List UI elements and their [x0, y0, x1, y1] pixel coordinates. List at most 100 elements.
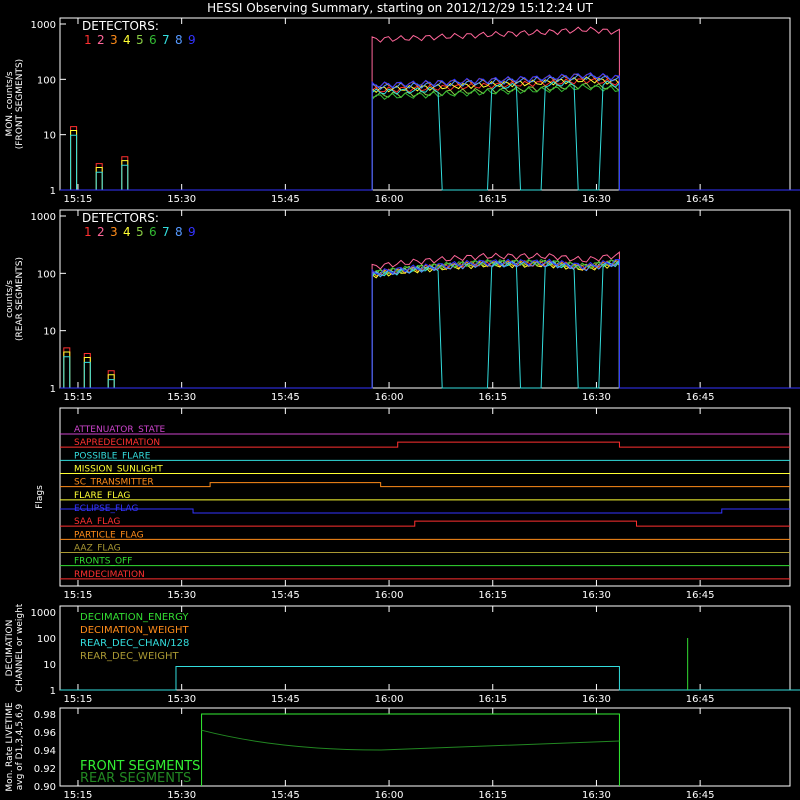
x-tick-label: 15:45 [271, 694, 300, 705]
x-tick-label: 15:45 [271, 590, 300, 601]
y-label: (REAR SEGMENTS) [15, 257, 25, 341]
legend-entry-6: 6 [149, 33, 157, 47]
y-tick-label: 1 [50, 186, 56, 197]
x-tick-label: 15:45 [271, 392, 300, 403]
series-detector-2 [60, 251, 800, 389]
series-detector-8 [60, 258, 800, 389]
legend-title: DETECTORS: [82, 19, 159, 33]
x-tick-label: 16:45 [686, 694, 715, 705]
panel-flags [59, 407, 791, 587]
series-detector-3 [60, 72, 800, 191]
legend-entry-5: 5 [136, 33, 144, 47]
x-tick-label: 16:15 [478, 194, 507, 205]
series-front-livetime [201, 713, 620, 786]
x-tick-label: 16:30 [582, 392, 611, 403]
y-label: MON. counts/s [5, 71, 15, 136]
y-tick-label: 1 [50, 384, 56, 395]
series-rear-livetime [201, 729, 620, 751]
y-tick-label: 10 [43, 660, 56, 671]
series-detector-6 [60, 83, 800, 191]
legend-entry-7: 7 [162, 33, 170, 47]
x-tick-label: 15:15 [64, 194, 93, 205]
y-tick-label: 100 [37, 634, 56, 645]
legend-entry-2: 2 [97, 33, 105, 47]
series-detector-5 [60, 259, 800, 389]
legend-rear: REAR SEGMENTS [80, 771, 191, 786]
legend-entry-4: 4 [123, 33, 131, 47]
series-detector-4 [60, 260, 800, 389]
y-label: Mon. Rate LIVETIME [5, 702, 15, 792]
y-tick-label: 10 [43, 131, 56, 142]
legend-entry-5: 5 [136, 225, 144, 239]
legend-entry-1: 1 [84, 225, 92, 239]
legend-entry-6: 6 [149, 225, 157, 239]
series-detector-7 [60, 80, 800, 191]
x-tick-label: 16:30 [582, 194, 611, 205]
series-rear-dec-chan [60, 666, 800, 691]
y-label: avg of D1,3,4,5,6,9 [15, 703, 25, 790]
x-tick-label: 15:15 [64, 790, 93, 800]
x-tick-label: 16:00 [375, 790, 404, 800]
legend-entry-9: 9 [188, 225, 196, 239]
y-label: counts/s [5, 280, 15, 318]
series-detector-9 [60, 258, 800, 389]
y-tick-label: 100 [37, 75, 56, 86]
y-tick-label: 1 [50, 686, 56, 697]
x-tick-label: 16:00 [375, 392, 404, 403]
y-tick-label: 100 [37, 269, 56, 280]
x-tick-label: 16:00 [375, 590, 404, 601]
x-tick-label: 15:45 [271, 194, 300, 205]
x-tick-label: 15:30 [167, 790, 196, 800]
y-tick-label: 1000 [31, 212, 56, 223]
x-tick-label: 16:00 [375, 694, 404, 705]
x-tick-label: 16:15 [478, 694, 507, 705]
legend-entry-1: 1 [84, 33, 92, 47]
x-tick-label: 16:30 [582, 790, 611, 800]
x-tick-label: 15:15 [64, 694, 93, 705]
y-label: Flags [35, 485, 45, 509]
y-label: DECIMATION [5, 620, 15, 677]
y-tick-label: 0.90 [34, 782, 56, 793]
legend-entry-4: 4 [123, 225, 131, 239]
x-tick-label: 16:15 [478, 392, 507, 403]
flag-line [60, 482, 790, 488]
decimation-legend: DECIMATION_WEIGHT [80, 625, 189, 636]
x-tick-label: 16:30 [582, 590, 611, 601]
observing-summary-figure: HESSI Observing Summary, starting on 201… [5, 1, 800, 800]
y-tick-label: 0.94 [34, 746, 56, 757]
legend-entry-9: 9 [188, 33, 196, 47]
legend-title: DETECTORS: [82, 211, 159, 225]
x-tick-label: 16:45 [686, 790, 715, 800]
series-detector-3 [60, 259, 800, 389]
x-tick-label: 15:15 [64, 590, 93, 601]
figure-title: HESSI Observing Summary, starting on 201… [207, 1, 593, 15]
series-detector-8 [60, 73, 800, 191]
x-tick-label: 15:45 [271, 790, 300, 800]
decimation-legend: REAR_DEC_CHAN/128 [80, 638, 189, 649]
x-tick-label: 16:45 [686, 392, 715, 403]
x-tick-label: 15:30 [167, 194, 196, 205]
flag-line [60, 508, 790, 514]
x-tick-label: 15:15 [64, 392, 93, 403]
x-tick-label: 16:45 [686, 194, 715, 205]
series-detector-5 [60, 82, 800, 191]
x-tick-label: 15:30 [167, 694, 196, 705]
y-label: CHANNEL or weight [15, 603, 25, 692]
flag-line [60, 520, 790, 527]
y-tick-label: 1000 [31, 608, 56, 619]
x-tick-label: 16:45 [686, 590, 715, 601]
legend-entry-2: 2 [97, 225, 105, 239]
x-tick-label: 16:30 [582, 694, 611, 705]
y-tick-label: 0.96 [34, 728, 56, 739]
series-detector-1 [60, 258, 800, 389]
y-tick-label: 0.98 [34, 710, 56, 721]
x-tick-label: 16:15 [478, 790, 507, 800]
x-tick-label: 15:30 [167, 392, 196, 403]
x-tick-label: 16:00 [375, 194, 404, 205]
legend-entry-8: 8 [175, 33, 183, 47]
decimation-legend: REAR_DEC_WEIGHT [80, 651, 179, 662]
legend-entry-3: 3 [110, 33, 118, 47]
y-tick-label: 1000 [31, 20, 56, 31]
y-tick-label: 10 [43, 327, 56, 338]
decimation-legend: DECIMATION_ENERGY [80, 612, 189, 623]
